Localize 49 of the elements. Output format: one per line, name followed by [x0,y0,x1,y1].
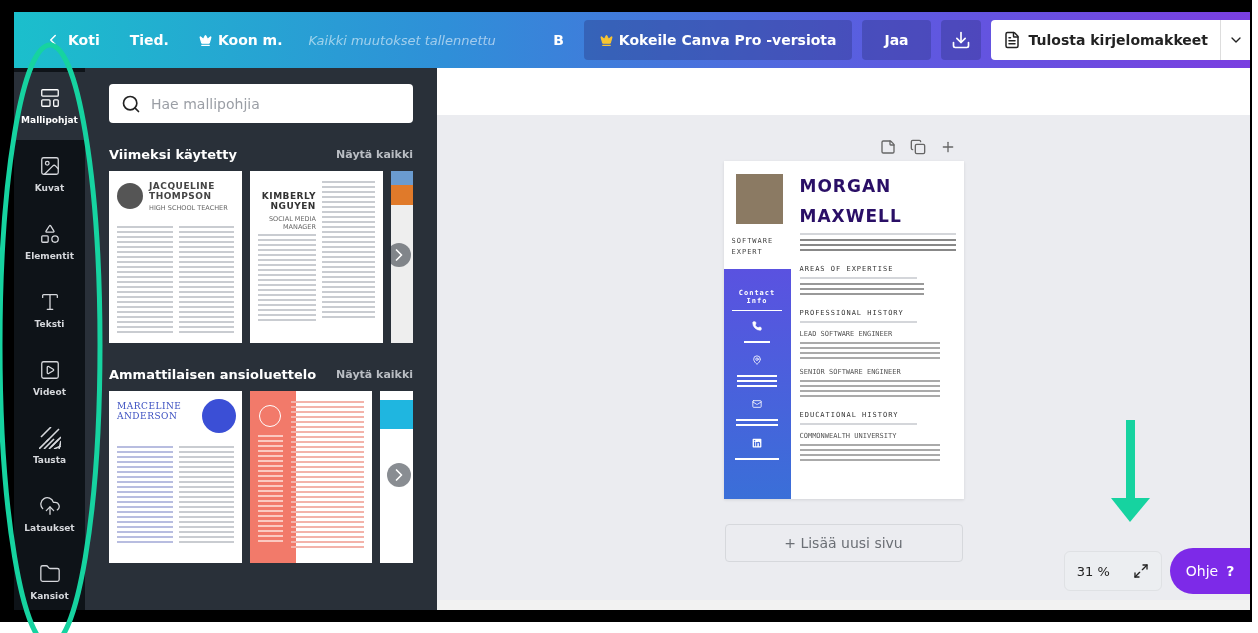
linkedin-icon [752,438,762,448]
zoom-level: 31 % [1076,563,1110,579]
document-icon [1002,31,1021,49]
search-field[interactable]: Hae mallipohjia [109,84,413,123]
print-button[interactable]: Tulosta kirjelomakkeet [990,20,1220,60]
badge-link[interactable]: B [543,26,574,54]
circle-shape [202,399,236,433]
crown-icon [599,33,613,47]
hatch-icon [38,427,61,449]
show-all-link[interactable]: Näytä kaikki [336,368,413,381]
search-icon [121,94,141,114]
phone-icon [752,321,762,331]
resume-name: MORGAN [799,175,893,198]
video-icon [38,359,61,381]
photo-placeholder [735,174,783,224]
download-button[interactable] [940,20,981,60]
template-name: KIMBERLY NGUYEN [260,191,316,212]
note-icon[interactable] [879,139,896,155]
blurred-text-lines [735,458,779,462]
template-name: JACQUELINE THOMPSON [149,181,216,202]
download-icon [950,30,971,50]
resume-name: MAXWELL [799,204,903,228]
image-icon [38,155,61,177]
section-title: Viimeksi käytetty [109,147,237,162]
resume-template-thumbnail[interactable] [380,391,413,563]
resume-template-thumbnail[interactable]: MARCELINE ANDERSON [109,391,242,563]
shapes-icon [38,223,61,245]
template-name: MARCELINE ANDERSON [117,401,183,422]
folder-icon [38,563,61,585]
photo-placeholder [117,183,143,210]
help-button[interactable]: Ohje ? [1170,548,1250,594]
save-status: Kaikki muutokset tallennettu [308,32,496,48]
try-pro-button[interactable]: Kokeile Canva Pro -versiota [583,20,853,60]
crown-icon [198,33,212,47]
expand-icon[interactable] [1133,563,1150,579]
show-all-link[interactable]: Näytä kaikki [336,148,413,161]
share-button[interactable]: Jaa [862,20,931,60]
caret-button[interactable] [1220,20,1250,60]
upload-icon [38,495,61,517]
mail-icon [752,399,762,409]
layout-icon [38,87,61,109]
resume-template-thumbnail[interactable] [250,391,372,563]
zoom-control[interactable]: 31 % [1064,551,1162,591]
add-page-button[interactable]: + Lisää uusi sivu [724,524,963,562]
copy-icon[interactable] [909,139,926,155]
horizontal-scrollbar[interactable] [437,600,1250,610]
section-title: Ammattilaisen ansioluettelo [109,367,317,382]
map-pin-icon [752,355,762,365]
blurred-text-lines [744,341,770,345]
